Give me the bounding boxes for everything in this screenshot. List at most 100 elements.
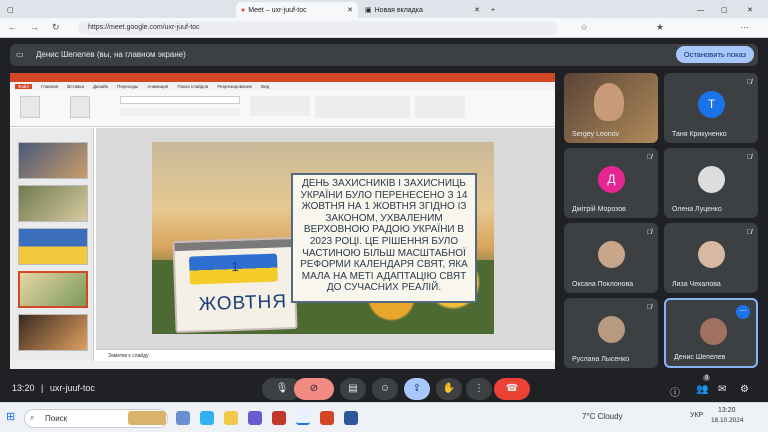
people-icon[interactable]: 👥 bbox=[696, 384, 708, 395]
minimize-button[interactable]: — bbox=[692, 2, 709, 18]
window-menu-icon[interactable]: ▢ bbox=[2, 2, 19, 18]
participant-video bbox=[594, 83, 624, 121]
word-icon[interactable] bbox=[344, 411, 358, 425]
participant-tile[interactable]: 🎙̸ Олена Луценко bbox=[664, 148, 758, 218]
mic-off-icon: 🎙̸ bbox=[746, 154, 752, 161]
mic-off-icon: 🎙̸ bbox=[646, 229, 652, 236]
slide-thumbnail[interactable] bbox=[18, 228, 88, 265]
notes-pane[interactable]: Заметки к слайду bbox=[96, 349, 555, 361]
close-window-button[interactable]: ✕ bbox=[742, 2, 758, 18]
tab-meet[interactable]: ● Meet – uxr-juuf-toc ✕ bbox=[236, 2, 358, 18]
slide-textbox: День захисників і захисниць України було… bbox=[291, 173, 477, 303]
avatar bbox=[598, 316, 625, 343]
search-icon: ⌕ bbox=[30, 413, 35, 422]
paste-icon[interactable] bbox=[20, 96, 40, 118]
font-select[interactable] bbox=[120, 96, 240, 104]
mic-off-icon: 🎙̸ bbox=[646, 304, 652, 311]
present-button[interactable]: ⇪ bbox=[404, 378, 430, 400]
url-field[interactable]: https://meet.google.com/uxr-juuf-toc bbox=[78, 21, 558, 35]
participant-tile-self[interactable]: ⋯ Денис Шепелев bbox=[664, 298, 758, 368]
tab-new[interactable]: ▣ Новая вкладка ✕ bbox=[360, 2, 485, 18]
avatar bbox=[698, 166, 725, 193]
participant-tile[interactable]: Sergey Leonov bbox=[564, 73, 658, 143]
font-format-row[interactable] bbox=[120, 108, 240, 116]
menu-slideshow[interactable]: Показ слайдов bbox=[177, 84, 208, 89]
participant-name: Дмітрій Морозов bbox=[572, 206, 626, 213]
menu-design[interactable]: Дизайн bbox=[93, 84, 108, 89]
camera-off-button[interactable]: ⊘ bbox=[294, 378, 334, 400]
mic-off-icon: 🎙̸ bbox=[646, 154, 652, 161]
menu-transitions[interactable]: Переходы bbox=[117, 84, 138, 89]
more-icon[interactable]: ⋯ bbox=[740, 22, 749, 33]
slide-thumbnail[interactable] bbox=[18, 314, 88, 351]
participant-name: Sergey Leonov bbox=[572, 131, 620, 138]
close-tab-icon[interactable]: ✕ bbox=[474, 6, 480, 14]
close-tab-icon[interactable]: ✕ bbox=[347, 6, 353, 14]
avatar bbox=[598, 241, 625, 268]
file-explorer-icon[interactable] bbox=[224, 411, 238, 425]
meeting-time: 13:20 bbox=[12, 383, 35, 393]
more-options-icon[interactable]: ⋯ bbox=[736, 305, 750, 319]
back-icon[interactable]: ← bbox=[8, 22, 17, 32]
avatar: Д bbox=[598, 166, 625, 193]
avatar: Т bbox=[698, 91, 725, 118]
forward-icon[interactable]: → bbox=[30, 22, 39, 32]
menu-home[interactable]: Главная bbox=[41, 84, 58, 89]
slide-thumbnail-active[interactable] bbox=[18, 271, 88, 308]
activities-icon[interactable]: ⚙ bbox=[740, 384, 749, 395]
participant-tile[interactable]: 🎙̸ Д Дмітрій Морозов bbox=[564, 148, 658, 218]
widgets-icon[interactable] bbox=[128, 411, 166, 425]
chat-icon[interactable]: ✉ bbox=[718, 384, 726, 395]
menu-insert[interactable]: Вставка bbox=[67, 84, 84, 89]
new-slide-icon[interactable] bbox=[70, 96, 90, 118]
tab-meet-label: Meet – uxr-juuf-toc bbox=[248, 6, 307, 14]
weather[interactable]: 7°C Cloudy bbox=[582, 412, 623, 421]
participant-name: Лиза Чекалова bbox=[672, 281, 721, 288]
reload-icon[interactable]: ↻ bbox=[52, 22, 60, 33]
ppt-ribbon bbox=[10, 90, 555, 127]
ppt-titlebar bbox=[10, 73, 555, 82]
present-screen-icon: ▭ bbox=[16, 50, 24, 59]
drawing-group[interactable] bbox=[315, 96, 410, 118]
clock-time[interactable]: 13:20 bbox=[718, 407, 736, 414]
windows-taskbar: ⊞ Поиск ⌕ 7°C Cloudy УКР 13:20 18.10.202… bbox=[0, 402, 768, 432]
app-icon[interactable] bbox=[248, 411, 262, 425]
menu-animation[interactable]: Анимация bbox=[147, 84, 168, 89]
menu-file[interactable]: Файл bbox=[15, 83, 33, 89]
meeting-info: 13:20 | uxr-juuf-toc bbox=[12, 383, 95, 393]
slide-thumbnail[interactable] bbox=[18, 185, 88, 222]
favorites-icon[interactable]: ★ bbox=[656, 22, 664, 33]
language-indicator[interactable]: УКР bbox=[690, 412, 703, 419]
participant-tile[interactable]: 🎙̸ Лиза Чекалова bbox=[664, 223, 758, 293]
new-tab-button[interactable]: + bbox=[486, 2, 500, 18]
stop-presenting-button[interactable]: Остановить показ bbox=[676, 46, 754, 63]
participant-name: Таня Крикуненко bbox=[672, 131, 727, 138]
menu-view[interactable]: Вид bbox=[261, 84, 269, 89]
participant-tile[interactable]: 🎙̸ Руслана Лысенко bbox=[564, 298, 658, 368]
raise-hand-button[interactable]: ✋ bbox=[436, 378, 462, 400]
emoji-button[interactable]: ☺ bbox=[372, 378, 398, 400]
editing-group[interactable] bbox=[415, 96, 465, 118]
leave-call-button[interactable]: ☎ bbox=[494, 378, 530, 400]
app-icon[interactable] bbox=[200, 411, 214, 425]
participant-tile[interactable]: 🎙̸ Оксана Поклонова bbox=[564, 223, 658, 293]
more-options-button[interactable]: ⋮ bbox=[466, 378, 492, 400]
app-icon[interactable] bbox=[272, 411, 286, 425]
task-view-icon[interactable] bbox=[176, 411, 190, 425]
info-icon[interactable]: ⓘ bbox=[670, 384, 680, 399]
clock-date[interactable]: 18.10.2024 bbox=[711, 417, 744, 424]
slide-thumbnails bbox=[10, 128, 94, 361]
chrome-icon[interactable] bbox=[296, 411, 310, 425]
tab-new-label: Новая вкладка bbox=[374, 6, 423, 14]
star-icon[interactable]: ☆ bbox=[580, 22, 588, 33]
calendar-page: 1 ЖОВТНЯ bbox=[172, 236, 298, 334]
participant-tile[interactable]: 🎙̸ Т Таня Крикуненко bbox=[664, 73, 758, 143]
slide-thumbnail[interactable] bbox=[18, 142, 88, 179]
start-icon[interactable]: ⊞ bbox=[6, 410, 15, 423]
paragraph-group[interactable] bbox=[250, 96, 310, 116]
captions-button[interactable]: ▤ bbox=[340, 378, 366, 400]
powerpoint-icon[interactable] bbox=[320, 411, 334, 425]
participant-name: Денис Шепелев bbox=[674, 354, 726, 361]
menu-review[interactable]: Рецензирование bbox=[217, 84, 252, 89]
maximize-button[interactable]: ▢ bbox=[716, 2, 733, 18]
